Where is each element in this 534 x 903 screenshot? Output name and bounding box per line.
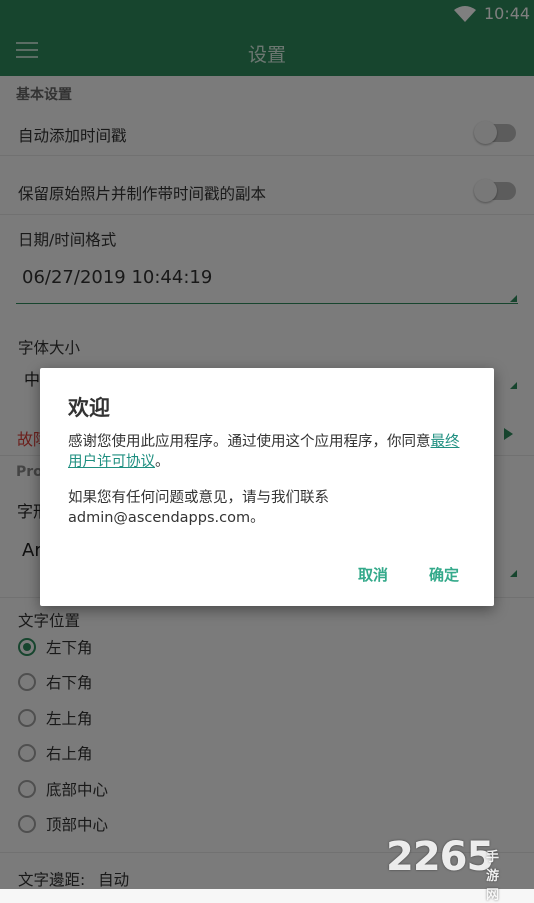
watermark-logo: 2265 手游网 <box>386 834 500 903</box>
cancel-button[interactable]: 取消 <box>358 564 388 585</box>
dialog-agreement-text: 感谢您使用此应用程序。通过使用这个应用程序，你同意最终用户许可协议。 <box>68 434 460 470</box>
dialog-title: 欢迎 <box>68 396 110 420</box>
welcome-dialog: 欢迎 感谢您使用此应用程序。通过使用这个应用程序，你同意最终用户许可协议。 如果… <box>40 368 494 606</box>
ok-button[interactable]: 确定 <box>429 564 459 585</box>
dialog-contact-text: 如果您有任何问题或意见，请与我们联系admin@ascendapps.com。 <box>68 490 329 526</box>
